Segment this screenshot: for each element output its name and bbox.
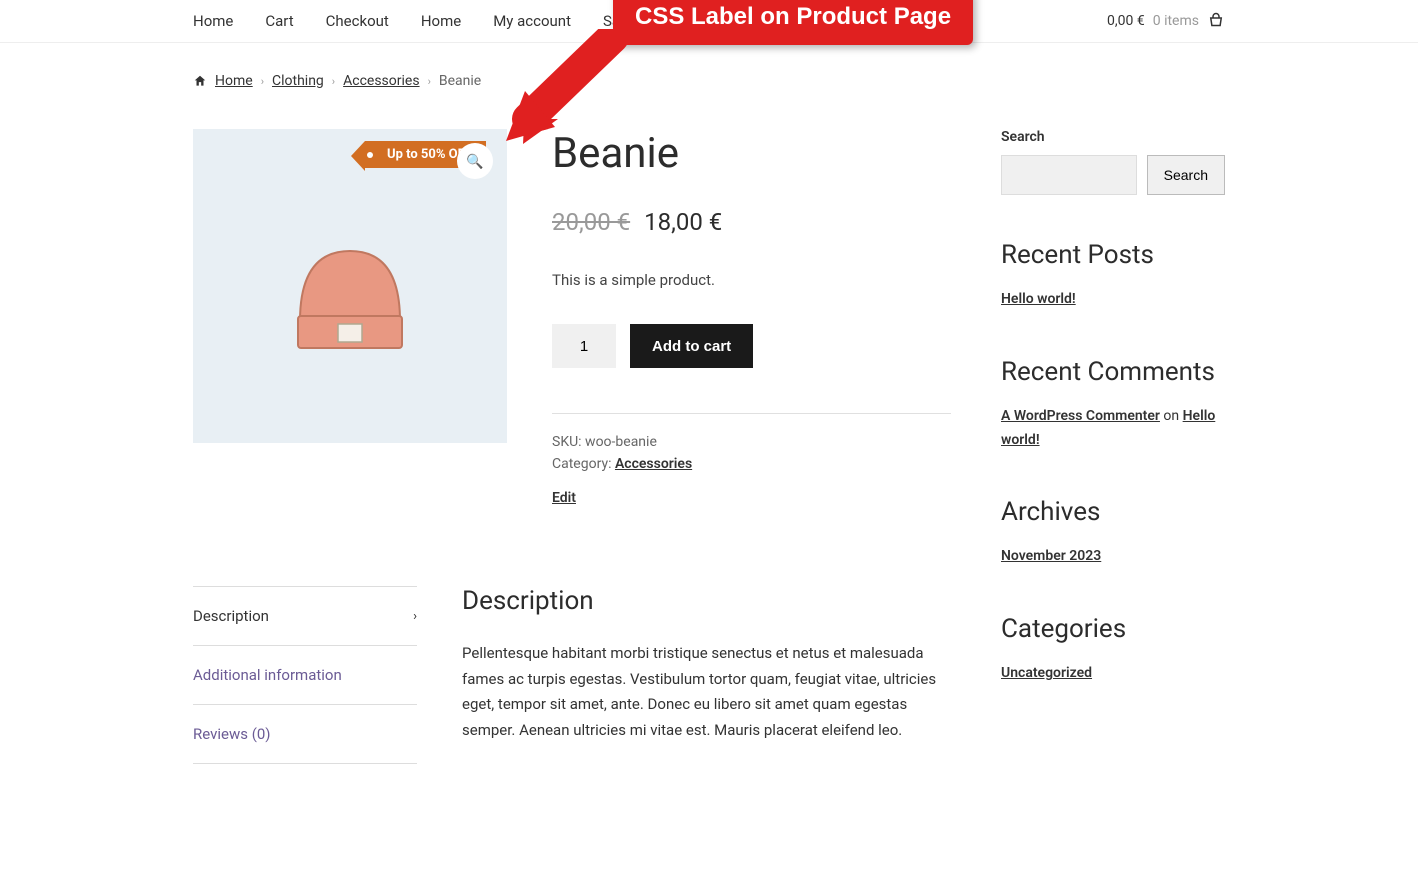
breadcrumb-sep: › xyxy=(332,75,335,88)
nav-home[interactable]: Home xyxy=(193,12,233,30)
edit-link[interactable]: Edit xyxy=(552,490,576,506)
tab-reviews[interactable]: Reviews (0) xyxy=(193,704,417,764)
annotation-arrow-icon xyxy=(503,29,633,149)
description-body: Pellentesque habitant morbi tristique se… xyxy=(462,641,951,743)
annotation-overlay: CSS Label on Product Page xyxy=(613,0,973,45)
tabs-nav: Description › Additional information Rev… xyxy=(193,586,417,764)
add-to-cart-button[interactable]: Add to cart xyxy=(630,324,753,368)
widget-title: Recent Comments xyxy=(1001,357,1225,387)
category-label: Category: xyxy=(552,456,615,472)
beanie-illustration xyxy=(270,206,430,366)
breadcrumb-home[interactable]: Home xyxy=(215,73,253,89)
description-heading: Description xyxy=(462,586,951,616)
tab-label: Reviews (0) xyxy=(193,725,271,743)
recent-post-link[interactable]: Hello world! xyxy=(1001,291,1076,307)
sku-value: woo-beanie xyxy=(585,434,657,450)
search-button[interactable]: Search xyxy=(1147,155,1225,195)
tab-label: Additional information xyxy=(193,666,342,684)
search-label: Search xyxy=(1001,129,1225,145)
search-widget: Search Search xyxy=(1001,129,1225,195)
breadcrumb-accessories[interactable]: Accessories xyxy=(343,73,419,89)
header-cart[interactable]: 0,00 € 0 items xyxy=(1107,12,1225,30)
nav-checkout[interactable]: Checkout xyxy=(326,12,389,30)
tab-label: Description xyxy=(193,607,269,625)
current-price: 18,00 € xyxy=(644,208,722,236)
recent-posts-widget: Recent Posts Hello world! xyxy=(1001,240,1225,312)
cart-count: 0 items xyxy=(1153,13,1199,29)
on-text: on xyxy=(1160,408,1183,424)
recent-comments-widget: Recent Comments A WordPress Commenter on… xyxy=(1001,357,1225,453)
zoom-icon[interactable]: 🔍 xyxy=(457,143,493,179)
archive-link[interactable]: November 2023 xyxy=(1001,548,1101,564)
chevron-right-icon: › xyxy=(413,609,417,624)
comment-author-link[interactable]: A WordPress Commenter xyxy=(1001,408,1160,424)
sidebar: Search Search Recent Posts Hello world! … xyxy=(1001,129,1225,764)
quantity-input[interactable] xyxy=(552,324,616,368)
search-input[interactable] xyxy=(1001,155,1137,195)
category-link[interactable]: Accessories xyxy=(615,456,692,472)
nav-my-account[interactable]: My account xyxy=(493,12,571,30)
product-image[interactable]: CSS Label on Product Page Up to 50% OFF … xyxy=(193,129,507,443)
price: 20,00 € 18,00 € xyxy=(552,208,951,236)
cart-total: 0,00 € xyxy=(1107,13,1145,29)
widget-title: Archives xyxy=(1001,497,1225,527)
home-icon xyxy=(193,74,207,88)
annotation-label: CSS Label on Product Page xyxy=(613,0,973,45)
sku-label: SKU: xyxy=(552,434,585,450)
breadcrumb: Home › Clothing › Accessories › Beanie xyxy=(193,73,1225,89)
old-price: 20,00 € xyxy=(552,208,630,236)
widget-title: Recent Posts xyxy=(1001,240,1225,270)
archives-widget: Archives November 2023 xyxy=(1001,497,1225,569)
product-meta: SKU: woo-beanie Category: Accessories Ed… xyxy=(552,413,951,506)
tab-additional-info[interactable]: Additional information xyxy=(193,645,417,704)
categories-widget: Categories Uncategorized xyxy=(1001,614,1225,686)
breadcrumb-sep: › xyxy=(261,75,264,88)
breadcrumb-sep: › xyxy=(428,75,431,88)
nav-cart[interactable]: Cart xyxy=(265,12,293,30)
nav-home-2[interactable]: Home xyxy=(421,12,461,30)
breadcrumb-clothing[interactable]: Clothing xyxy=(272,73,324,89)
category-link[interactable]: Uncategorized xyxy=(1001,665,1092,681)
short-description: This is a simple product. xyxy=(552,271,951,289)
breadcrumb-current: Beanie xyxy=(439,73,481,89)
tab-content: Description Pellentesque habitant morbi … xyxy=(462,586,951,764)
basket-icon xyxy=(1207,12,1225,30)
tab-description[interactable]: Description › xyxy=(193,586,417,645)
widget-title: Categories xyxy=(1001,614,1225,644)
